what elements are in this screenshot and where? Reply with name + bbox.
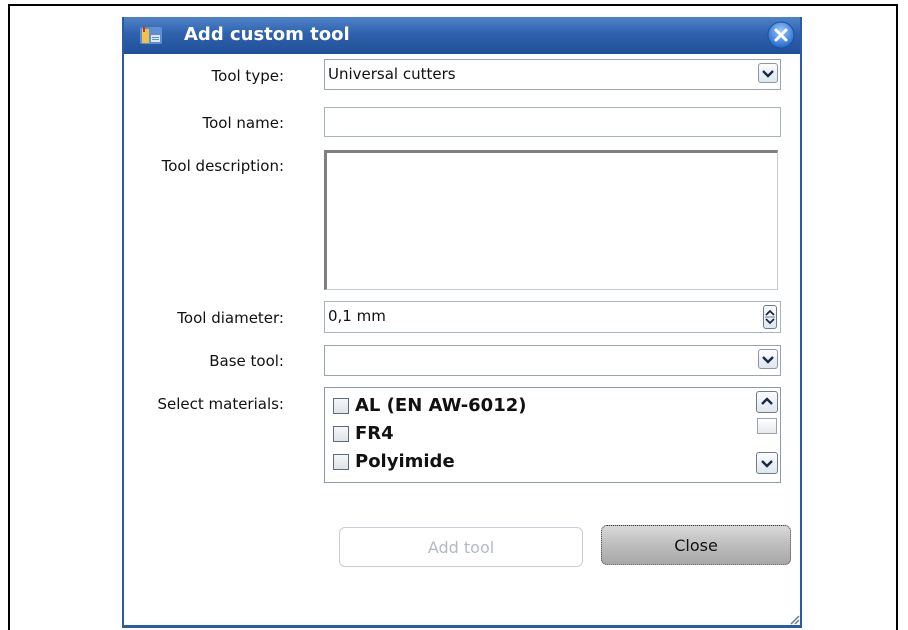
scroll-up-button[interactable] bbox=[756, 391, 778, 413]
select-materials-label: Select materials: bbox=[157, 395, 284, 413]
material-item[interactable]: FR4 bbox=[333, 423, 394, 444]
dropdown-button[interactable] bbox=[758, 349, 778, 369]
resize-grip-icon[interactable] bbox=[788, 613, 800, 625]
add-tool-button[interactable]: Add tool bbox=[339, 527, 583, 567]
material-label: Polyimide bbox=[355, 451, 455, 472]
tool-name-input[interactable] bbox=[324, 107, 781, 137]
material-label: AL (EN AW-6012) bbox=[355, 395, 527, 416]
close-icon[interactable] bbox=[766, 20, 796, 50]
checkbox[interactable] bbox=[333, 453, 349, 470]
close-button[interactable]: Close bbox=[601, 525, 791, 565]
chevron-down-icon bbox=[762, 70, 774, 78]
tool-type-label: Tool type: bbox=[211, 67, 284, 85]
material-label: FR4 bbox=[355, 423, 394, 444]
dialog-title: Add custom tool bbox=[184, 24, 350, 45]
dialog-titlebar[interactable]: Add custom tool bbox=[124, 17, 800, 54]
tool-type-value: Universal cutters bbox=[328, 65, 456, 83]
spin-arrows-icon bbox=[765, 309, 775, 325]
base-tool-dropdown[interactable] bbox=[324, 345, 781, 376]
tool-type-dropdown[interactable]: Universal cutters bbox=[324, 59, 781, 90]
checkbox[interactable] bbox=[333, 425, 349, 442]
tool-diameter-value: 0,1 mm bbox=[328, 307, 386, 325]
materials-list[interactable]: AL (EN AW-6012) FR4 Polyimide bbox=[324, 387, 781, 483]
materials-scrollbar[interactable] bbox=[756, 391, 778, 479]
tool-diameter-spinbox[interactable]: 0,1 mm bbox=[324, 301, 781, 333]
add-custom-tool-dialog: Add custom tool Tool type: Universal cut… bbox=[122, 17, 802, 628]
scroll-thumb[interactable] bbox=[757, 418, 777, 434]
base-tool-label: Base tool: bbox=[209, 352, 284, 370]
tool-description-label: Tool description: bbox=[161, 157, 284, 175]
chevron-down-icon bbox=[761, 460, 773, 468]
tool-name-label: Tool name: bbox=[202, 114, 285, 132]
material-item[interactable]: Polyimide bbox=[333, 451, 455, 472]
scroll-down-button[interactable] bbox=[756, 452, 778, 474]
tool-description-textarea[interactable] bbox=[324, 150, 778, 290]
spin-button[interactable] bbox=[763, 305, 777, 329]
dropdown-button[interactable] bbox=[758, 63, 778, 83]
material-item[interactable]: AL (EN AW-6012) bbox=[333, 395, 526, 416]
tool-library-icon bbox=[140, 26, 162, 44]
checkbox[interactable] bbox=[333, 397, 349, 414]
chevron-down-icon bbox=[762, 356, 774, 364]
tool-diameter-label: Tool diameter: bbox=[177, 309, 284, 327]
chevron-up-icon bbox=[761, 397, 773, 405]
